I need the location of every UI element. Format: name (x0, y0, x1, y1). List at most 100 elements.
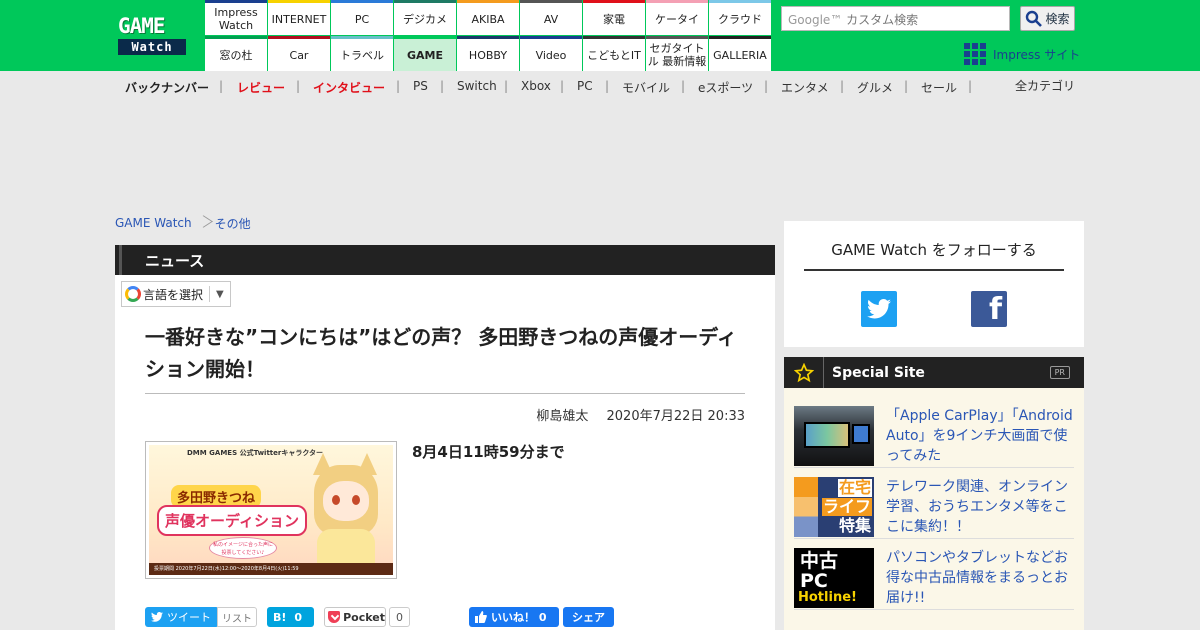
list-item[interactable]: 「Apple CarPlay」「Android Auto」を9インチ大画面で使っ… (794, 406, 1074, 468)
chuko-line-2: PC (800, 570, 828, 592)
category-link-11[interactable]: グルメ (857, 79, 893, 96)
site-link-11[interactable]: Car (268, 36, 330, 71)
follow-widget: GAME Watch をフォローする f (784, 221, 1084, 347)
share-buttons: ツイート リスト B! 0 Pocket 0 いいね！ 0 シェア (145, 607, 745, 627)
category-link-7[interactable]: PC (577, 79, 593, 93)
chevron-right-icon (198, 214, 208, 232)
article-lede: 8月4日11時59分まで (412, 443, 565, 461)
category-separator: | (504, 79, 509, 93)
select-divider (209, 286, 211, 302)
category-link-9[interactable]: eスポーツ (698, 79, 753, 96)
all-categories-link[interactable]: 全カテゴリ (1015, 77, 1075, 94)
thumbnail-image: DMM GAMES 公式Twitterキャラクター 多田野きつね 声優オーディシ… (149, 445, 393, 575)
site-header: GAME Watch Impress Watch INTERNET PC デジカメ AK… (0, 0, 1200, 71)
language-select-label: 言語を選択 (143, 287, 204, 302)
article-thumbnail[interactable]: DMM GAMES 公式Twitterキャラクター 多田野きつね 声優オーディシ… (145, 441, 397, 579)
twitter-icon (867, 299, 891, 319)
article-byline: 柳島雄太 2020年7月22日 20:33 (145, 405, 745, 424)
special-item-text: 「Apple CarPlay」「Android Auto」を9インチ大画面で使っ… (886, 408, 1073, 464)
search-button[interactable]: 検索 (1020, 6, 1075, 31)
hatena-count: 0 (294, 610, 303, 624)
follow-title: GAME Watch をフォローする (804, 239, 1064, 271)
article-container: ニュース 言語を選択 ▼ 一番好きな”コンにちは”はどの声？ 多田野きつねの声優… (115, 245, 775, 630)
search-input[interactable]: Google™ カスタム検索 (781, 6, 1010, 31)
site-link-17[interactable]: セガタイトル 最新情報 (646, 36, 708, 71)
tweet-list-button[interactable]: リスト (217, 607, 257, 627)
grid-menu-icon (964, 42, 987, 66)
site-link-5[interactable]: AKIBA (457, 0, 519, 35)
search-button-label: 検索 (1045, 12, 1070, 26)
car-screen-graphic (804, 422, 850, 448)
site-link-3[interactable]: PC (331, 0, 393, 35)
site-link-15[interactable]: Video (520, 36, 582, 71)
list-item[interactable]: 中古 PC Hotline! パソコンやタブレットなどお得な中古品情報をまるっと… (794, 548, 1074, 610)
category-link-8[interactable]: モバイル (622, 79, 670, 96)
breadcrumb: GAME Watch その他 (115, 214, 251, 232)
site-link-8[interactable]: ケータイ (646, 0, 708, 35)
facebook-like-button[interactable]: いいね！ 0 (469, 607, 559, 627)
chuko-line-3: Hotline! (798, 590, 857, 605)
category-separator: | (840, 79, 845, 93)
hatena-bookmark-button[interactable]: B! 0 (267, 607, 314, 627)
special-item-text: パソコンやタブレットなどお得な中古品情報をまるっとお届け!! (886, 550, 1068, 606)
category-link-10[interactable]: エンタメ (781, 79, 829, 96)
carplay-thumbnail (794, 406, 874, 466)
breadcrumb-current[interactable]: その他 (215, 215, 251, 232)
site-link-16[interactable]: こどもとIT (583, 36, 645, 71)
color-stripe (794, 477, 818, 537)
tweet-label: ツイート (167, 611, 211, 624)
site-link-14[interactable]: HOBBY (457, 36, 519, 71)
logo-text-game: GAME (118, 14, 166, 38)
site-link-9[interactable]: クラウド (709, 0, 771, 35)
site-link-13[interactable]: GAME (394, 36, 456, 71)
facebook-share-button[interactable]: シェア (563, 607, 614, 627)
category-separator: | (296, 79, 301, 93)
pr-badge: PR (1049, 366, 1070, 379)
section-header: ニュース (115, 245, 775, 275)
category-link-1[interactable]: バックナンバー (125, 79, 209, 96)
article-author: 柳島雄太 (536, 409, 589, 424)
site-link-18[interactable]: GALLERIA (709, 36, 771, 71)
category-link-6[interactable]: Xbox (521, 79, 551, 93)
facebook-icon: f (988, 292, 1002, 327)
hatena-label: B! (273, 610, 287, 624)
game-watch-logo[interactable]: GAME Watch (118, 15, 198, 57)
special-site-header: Special Site PR (784, 357, 1084, 388)
category-separator: | (764, 79, 769, 93)
star-icon (793, 362, 814, 382)
breadcrumb-home[interactable]: GAME Watch (115, 216, 192, 230)
tweet-button[interactable]: ツイート (145, 607, 219, 627)
site-link-10[interactable]: 窓の杜 (205, 36, 267, 71)
site-link-2[interactable]: INTERNET (268, 0, 330, 35)
category-link-2[interactable]: レビュー (237, 79, 285, 96)
category-link-3[interactable]: インタビュー (313, 79, 385, 96)
category-separator: | (681, 79, 686, 93)
list-item[interactable]: 在宅 ライフ 特集 テレワーク関連、オンライン学習、おうちエンタメ等をここに集約… (794, 477, 1074, 539)
site-link-1[interactable]: Impress Watch (205, 0, 267, 35)
facebook-follow-button[interactable]: f (971, 291, 1007, 327)
facebook-like-label: いいね！ 0 (491, 611, 547, 624)
title-divider (145, 393, 745, 394)
fox-eye-left (332, 495, 340, 505)
site-link-6[interactable]: AV (520, 0, 582, 35)
special-site-title: Special Site (832, 364, 925, 381)
fox-face (323, 481, 369, 521)
twitter-follow-button[interactable] (861, 291, 897, 327)
search-icon (1026, 10, 1043, 27)
pocket-count: 0 (389, 607, 410, 627)
zaitaku-thumbnail: 在宅 ライフ 特集 (794, 477, 874, 537)
thumbnail-period-text: 投票期間 2020年7月22日(水)12:00〜2020年8月4日(火)11:5… (149, 563, 393, 575)
category-link-5[interactable]: Switch (457, 79, 497, 93)
language-select[interactable]: 言語を選択 ▼ (121, 281, 231, 307)
category-link-4[interactable]: PS (413, 79, 428, 93)
category-separator: | (440, 79, 445, 93)
site-link-4[interactable]: デジカメ (394, 0, 456, 35)
site-link-7[interactable]: 家電 (583, 0, 645, 35)
impress-site-link[interactable]: Impress サイト (964, 42, 1080, 66)
special-item-text: テレワーク関連、オンライン学習、おうちエンタメ等をここに集約！！ (886, 479, 1068, 535)
pocket-button[interactable]: Pocket (324, 607, 386, 627)
category-link-12[interactable]: セール (921, 79, 957, 96)
article-title: 一番好きな”コンにちは”はどの声？ 多田野きつねの声優オーディション開始！ (145, 325, 737, 381)
site-link-12[interactable]: トラベル (331, 36, 393, 71)
dropdown-arrow-icon: ▼ (216, 288, 224, 300)
